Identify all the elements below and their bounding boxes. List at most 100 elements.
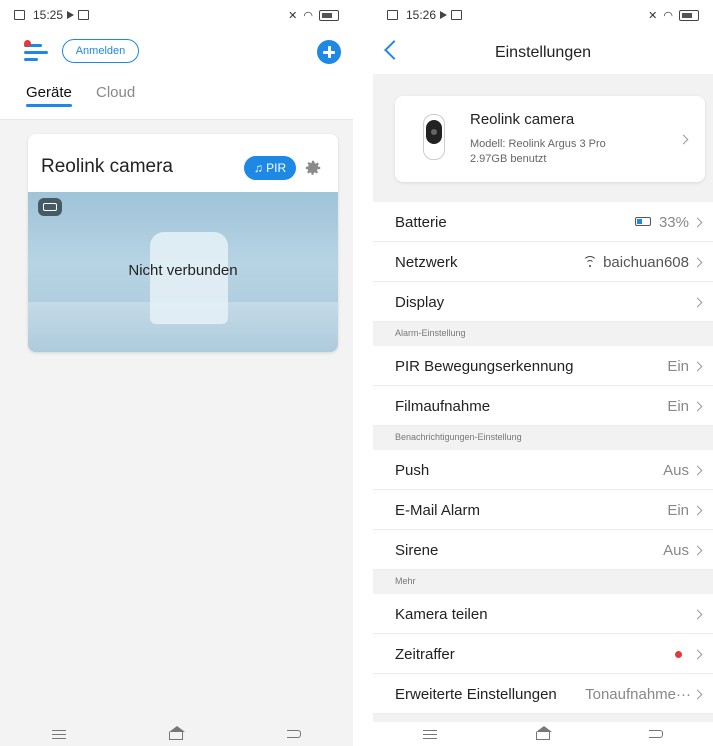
home-icon[interactable] [535,726,552,740]
bell-icon: ♫ [253,161,263,175]
row-push[interactable]: Push Aus [373,450,713,490]
pir-badge[interactable]: ♫ PIR [244,156,296,180]
mute-icon: ✕ [288,9,298,22]
status-bar: 15:25 ✕ ◠ [0,0,353,30]
login-button[interactable]: Anmelden [62,39,139,63]
row-network[interactable]: Netzwerk baichuan608 [373,242,713,282]
status-bar: 15:26 ✕ ◠ [373,0,713,30]
app-header: Anmelden [0,30,353,80]
section-header: Mehr [373,570,713,594]
chevron-right-icon [692,649,703,660]
row-email[interactable]: E-Mail Alarm Ein [373,490,713,530]
camera-info-card[interactable]: Reolink camera Modell: Reolink Argus 3 P… [395,96,705,182]
chevron-right-icon [678,134,689,145]
menu-icon[interactable] [51,728,66,740]
pir-label: PIR [266,161,287,175]
row-label: E-Mail Alarm [395,502,481,519]
section-label: Mehr [395,576,416,586]
chevron-right-icon [692,401,703,412]
system-nav-bar [373,722,713,746]
settings-header: Einstellungen [373,30,713,74]
row-value: Ein [667,398,689,415]
chevron-right-icon [692,689,703,700]
image-icon [451,10,463,20]
image-icon [78,10,90,20]
section-header: Benachrichtigungen-Einstellung [373,426,713,450]
row-value: Tonaufnahme··· [585,686,691,703]
row-label: Display [395,294,445,311]
row-label: Batterie [395,214,447,231]
settings-list: Batterie 33% Netzwerk baichuan608 Displa… [373,202,713,714]
back-icon[interactable] [649,730,664,738]
page-title: Einstellungen [494,44,592,61]
chevron-right-icon [692,465,703,476]
row-value: Ein [667,358,689,375]
row-share[interactable]: Kamera teilen [373,594,713,634]
row-label: Zeitraffer [395,646,455,663]
settings-body: Reolink camera Modell: Reolink Argus 3 P… [373,74,713,722]
battery-icon [319,9,339,21]
play-icon [440,11,448,19]
row-pir[interactable]: PIR Bewegungserkennung Ein [373,346,713,386]
row-value: 33% [634,214,689,231]
system-nav-bar [0,722,353,746]
section-label: Alarm-Einstellung [395,328,466,338]
camera-storage: 2.97GB benutzt [470,153,547,165]
mute-icon: ✕ [648,9,658,22]
chevron-right-icon [692,505,703,516]
notification-icon [14,10,25,20]
device-name: Reolink camera [41,156,173,177]
row-label: Kamera teilen [395,606,488,623]
device-card[interactable]: Reolink camera ♫ PIR Nicht verbunden [28,134,338,352]
row-value: Aus [663,462,689,479]
network-value: baichuan608 [603,254,689,271]
chevron-right-icon [692,257,703,268]
row-value: Aus [663,542,689,559]
play-icon [67,11,75,19]
hamburger-icon[interactable] [24,40,48,62]
status-time: 15:25 [33,8,64,22]
plus-icon[interactable] [317,40,341,64]
connection-status: Nicht verbunden [128,262,238,279]
device-list-screen: 15:25 ✕ ◠ Anmelden Geräte Cloud Reolink … [0,0,353,746]
back-icon[interactable] [287,730,302,738]
row-label: Sirene [395,542,439,559]
home-icon[interactable] [169,726,186,740]
settings-screen: 15:26 ✕ ◠ Einstellungen Reolink camera M… [373,0,713,746]
row-advanced[interactable]: Erweiterte Einstellungen Tonaufnahme··· [373,674,713,714]
chevron-right-icon [692,217,703,228]
gear-icon[interactable] [304,159,322,177]
battery-icon [634,217,651,226]
battery-icon [679,9,699,21]
chevron-right-icon [692,297,703,308]
menu-icon[interactable] [422,728,437,740]
battery-value: 33% [658,214,689,231]
row-label: Filmaufnahme [395,398,491,415]
notification-icon [387,10,398,20]
tab-bar: Geräte Cloud [0,80,353,120]
row-label: PIR Bewegungserkennung [395,358,574,375]
status-time: 15:26 [406,8,437,22]
tab-devices[interactable]: Geräte [26,84,72,107]
row-timelapse[interactable]: Zeitraffer [373,634,713,674]
camera-name: Reolink camera [470,111,575,128]
tab-cloud[interactable]: Cloud [96,84,135,101]
row-value: Ein [667,502,689,519]
row-battery[interactable]: Batterie 33% [373,202,713,242]
row-siren[interactable]: Sirene Aus [373,530,713,570]
camera-preview[interactable]: Nicht verbunden [28,192,338,352]
section-header: Alarm-Einstellung [373,322,713,346]
chevron-right-icon [692,609,703,620]
chevron-right-icon [692,545,703,556]
camera-icon [423,114,445,160]
new-badge-dot [675,651,682,658]
wifi-icon [583,256,598,268]
row-label: Erweiterte Einstellungen [395,686,557,703]
section-label: Benachrichtigungen-Einstellung [395,432,522,442]
chevron-right-icon [692,361,703,372]
row-label: Push [395,462,430,479]
row-display[interactable]: Display [373,282,713,322]
battery-icon [38,198,62,216]
row-label: Netzwerk [395,254,458,271]
row-recording[interactable]: Filmaufnahme Ein [373,386,713,426]
